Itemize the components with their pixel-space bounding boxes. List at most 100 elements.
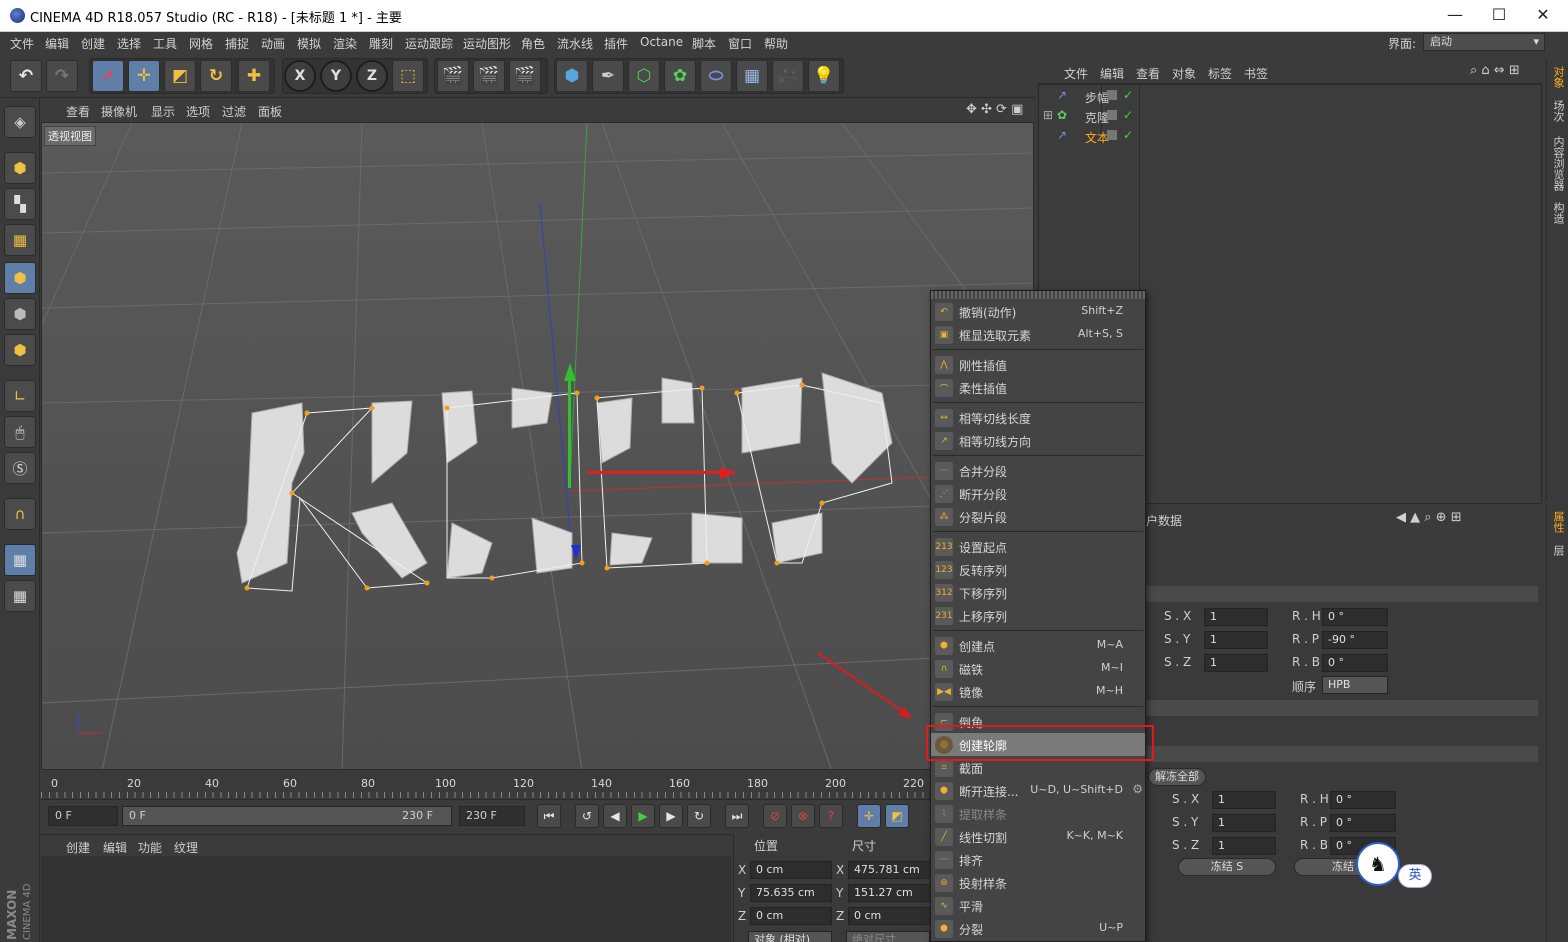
tab-attributes[interactable]: 属性	[1550, 511, 1566, 533]
scale-button[interactable]: ◩	[164, 60, 196, 92]
texture-mode-button[interactable]: ▚	[4, 188, 36, 220]
scale-y-field[interactable]: 1	[1204, 631, 1268, 649]
rot-p2-field[interactable]: 0 °	[1330, 814, 1396, 832]
prev-frame-button[interactable]: ◀	[603, 804, 627, 828]
menu-item-reverse-sequence[interactable]: 123 反转序列	[931, 558, 1145, 581]
menu-item-move-up-sequence[interactable]: 231 上移序列	[931, 604, 1145, 627]
pos-x-field[interactable]: 0 cm	[750, 861, 832, 879]
rot-h-field[interactable]: 0 °	[1322, 608, 1388, 626]
scale-y2-field[interactable]: 1	[1212, 814, 1276, 832]
size-mode-select[interactable]: 绝对尺寸	[846, 931, 930, 942]
coordinate-system-button[interactable]: ⬚	[392, 60, 424, 92]
attribute-nav-icons[interactable]: ◀ ▲ ⌕ ⊕ ⊞	[1396, 510, 1462, 525]
tab-content-browser[interactable]: 内容浏览器	[1550, 136, 1566, 191]
tweak-mode-button[interactable]: 🖱	[4, 416, 36, 448]
frame-range-slider[interactable]: 0 F 230 F	[122, 806, 452, 826]
end-frame-field[interactable]: 230 F	[459, 806, 525, 826]
light-button[interactable]: 💡	[808, 60, 840, 92]
solo-button[interactable]: Ⓢ	[4, 452, 36, 484]
menu-item-project-spline[interactable]: ⊚ 投射样条	[931, 871, 1145, 894]
deer-logo-badge[interactable]: ♞	[1356, 842, 1400, 886]
viewport-menu-panel[interactable]: 面板	[258, 103, 282, 120]
tab-takes[interactable]: 场次	[1550, 100, 1566, 122]
goto-start-button[interactable]: ⏮	[537, 804, 561, 828]
pos-z-field[interactable]: 0 cm	[750, 907, 832, 925]
current-frame-field[interactable]: 0 F	[48, 806, 118, 826]
menu-motion-tracking[interactable]: 运动跟踪	[405, 35, 453, 52]
menu-grip[interactable]	[931, 291, 1145, 299]
menu-item-create-point[interactable]: ⬢ 创建点 M~A	[931, 634, 1145, 657]
size-x-field[interactable]: 475.781 cm	[848, 861, 931, 879]
om-menu-objects[interactable]: 对象	[1172, 65, 1196, 82]
move-button[interactable]: ✛	[128, 60, 160, 92]
menu-item-soft-interpolation[interactable]: ⌒ 柔性插值	[931, 376, 1145, 399]
x-axis-button[interactable]: X	[284, 60, 316, 92]
expand-icon[interactable]: ⊞	[1043, 108, 1053, 122]
undo-button[interactable]: ↶	[10, 60, 42, 92]
menu-mesh[interactable]: 网格	[189, 35, 213, 52]
menu-help[interactable]: 帮助	[764, 35, 788, 52]
menu-create[interactable]: 创建	[81, 35, 105, 52]
check-icon[interactable]: ✓	[1123, 128, 1133, 142]
menu-octane[interactable]: Octane	[640, 35, 683, 49]
close-button[interactable]: ✕	[1520, 0, 1566, 32]
menu-edit[interactable]: 编辑	[45, 35, 69, 52]
size-z-field[interactable]: 0 cm	[848, 907, 931, 925]
material-menu-function[interactable]: 功能	[138, 839, 162, 856]
edges-mode-button[interactable]: ⬢	[4, 298, 36, 330]
live-select-button[interactable]: ➚	[92, 60, 124, 92]
polygons-mode-button[interactable]: ⬢	[4, 334, 36, 366]
auto-key-button[interactable]: ⊗	[791, 804, 815, 828]
menu-item-equal-tangent-length[interactable]: ↔ 相等切线长度	[931, 406, 1145, 429]
pos-y-field[interactable]: 75.635 cm	[750, 884, 832, 902]
scale-z2-field[interactable]: 1	[1212, 837, 1276, 855]
menu-snap[interactable]: 捕捉	[225, 35, 249, 52]
render-settings-button[interactable]: 🎬	[509, 60, 541, 92]
material-menu-texture[interactable]: 纹理	[174, 839, 198, 856]
tab-layers[interactable]: 层	[1550, 545, 1566, 556]
size-y-field[interactable]: 151.27 cm	[848, 884, 931, 902]
points-mode-button[interactable]: ⬢	[4, 262, 36, 294]
scale-z-field[interactable]: 1	[1204, 654, 1268, 672]
interface-select[interactable]: 启动 ▾	[1423, 33, 1545, 51]
material-area[interactable]	[41, 856, 731, 942]
goto-end-button[interactable]: ⏭	[725, 804, 749, 828]
object-row[interactable]: ↗ 文本 ✓	[1039, 126, 1541, 146]
scale-x2-field[interactable]: 1	[1212, 791, 1276, 809]
perspective-viewport[interactable]	[41, 122, 1034, 770]
rot-h2-field[interactable]: 0 °	[1330, 791, 1396, 809]
pen-button[interactable]: ✒	[592, 60, 624, 92]
menu-item-mirror[interactable]: ▶◀ 镜像 M~H	[931, 680, 1145, 703]
minimize-button[interactable]: —	[1432, 0, 1478, 32]
material-menu-create[interactable]: 创建	[66, 839, 90, 856]
key-position-button[interactable]: ✛	[857, 804, 881, 828]
ime-language-badge[interactable]: 英	[1398, 864, 1432, 888]
camera-button[interactable]: 🎥	[772, 60, 804, 92]
planar-workplane-button[interactable]: ▦	[4, 580, 36, 612]
menu-item-align[interactable]: ⋯ 排齐	[931, 848, 1145, 871]
om-menu-file[interactable]: 文件	[1064, 65, 1088, 82]
workplane-button[interactable]: ▦	[4, 224, 36, 256]
viewport-menu-filter[interactable]: 过滤	[222, 103, 246, 120]
y-axis-button[interactable]: Y	[320, 60, 352, 92]
z-axis-button[interactable]: Z	[356, 60, 388, 92]
scale-x-field[interactable]: 1	[1204, 608, 1268, 626]
om-menu-view[interactable]: 查看	[1136, 65, 1160, 82]
menu-mograph[interactable]: 运动图形	[463, 35, 511, 52]
render-view-button[interactable]: 🎬	[437, 60, 469, 92]
floor-button[interactable]: ▦	[736, 60, 768, 92]
freeze-s-button[interactable]: 冻结 S	[1178, 858, 1276, 876]
menu-character[interactable]: 角色	[521, 35, 545, 52]
cube-button[interactable]: ⬢	[556, 60, 588, 92]
menu-item-set-first-point[interactable]: 213 设置起点	[931, 535, 1145, 558]
cloner-button[interactable]: ✿	[664, 60, 696, 92]
key-scale-button[interactable]: ◩	[885, 804, 909, 828]
menu-item-magnet[interactable]: ∩ 磁铁 M~I	[931, 657, 1145, 680]
menu-plugins[interactable]: 插件	[604, 35, 628, 52]
menu-animate[interactable]: 动画	[261, 35, 285, 52]
coordinate-mode-select[interactable]: 对象 (相对)	[748, 931, 832, 942]
check-icon[interactable]: ✓	[1123, 88, 1133, 102]
menu-item-move-down-sequence[interactable]: 312 下移序列	[931, 581, 1145, 604]
next-key-button[interactable]: ↻	[687, 804, 711, 828]
subdivision-button[interactable]: ⬡	[628, 60, 660, 92]
